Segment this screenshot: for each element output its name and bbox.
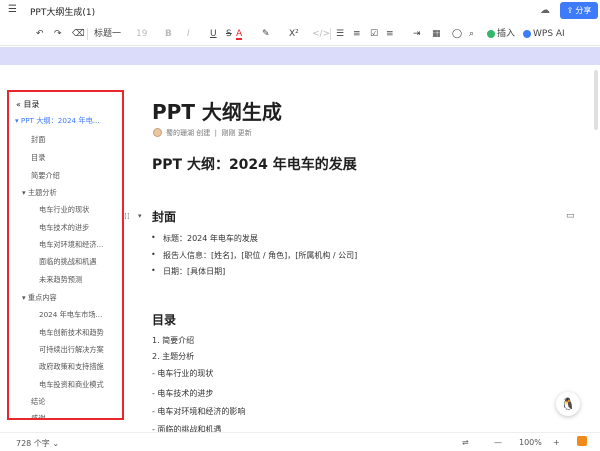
page-title[interactable]: PPT 大纲生成 — [152, 96, 282, 125]
table-icon[interactable]: ▦ — [432, 28, 441, 40]
cloud-sync-icon[interactable]: ☁ — [540, 5, 550, 16]
toc-item-market[interactable]: 2024 年电车市场... — [39, 310, 102, 320]
superscript-button[interactable]: X² — [289, 28, 299, 40]
list-item[interactable]: 2. 主题分析 — [152, 351, 194, 362]
wps-ai-icon — [523, 29, 531, 38]
title-bar: ☰ PPT大纲生成(1) ☁ ⇪ 分享 — [0, 0, 600, 22]
toc-heading[interactable]: 目录 — [152, 311, 176, 328]
toc-item-status[interactable]: 电车行业的现状 — [39, 205, 89, 215]
toc-item-challenges[interactable]: 面临的挑战和机遇 — [39, 257, 97, 267]
text-color-button[interactable]: A — [236, 28, 243, 40]
highlight-button[interactable]: ✎ — [262, 28, 270, 40]
indent-icon[interactable]: ⇥ — [413, 28, 421, 40]
share-icon: ⇪ — [566, 6, 574, 15]
share-label: 分享 — [575, 6, 592, 15]
avatar — [153, 128, 162, 137]
list-item[interactable]: - 电车技术的进步 — [152, 388, 213, 399]
outline-heading[interactable]: PPT 大纲：2024 年电车的发展 — [152, 154, 357, 174]
cover-heading[interactable]: 封面 — [152, 208, 176, 225]
drag-handle-icon[interactable]: ⁞⁞ — [124, 212, 130, 222]
toc-header[interactable]: « 目录 — [16, 99, 39, 110]
list-item[interactable]: 标题：2024 年电车的发展 — [151, 233, 258, 244]
toc-item-intro[interactable]: 简要介绍 — [31, 171, 60, 181]
toc-item-toc[interactable]: 目录 — [31, 153, 45, 163]
assistant-avatar-icon[interactable]: 🐧 — [556, 392, 580, 416]
toc-sidebar: « 目录 ▾ PPT 大纲：2024 年电... 封面 目录 简要介绍 ▾ 主题… — [7, 90, 124, 420]
collapse-caret-icon[interactable]: ▾ — [138, 212, 142, 220]
list-item[interactable]: 报告人信息：[姓名]，[职位 / 角色]，[所属机构 / 公司] — [151, 250, 357, 261]
search-icon[interactable]: ⌕ — [469, 28, 474, 40]
document-body[interactable]: PPT 大纲生成 蜀的珊湖 创建 | 刚刚 更新 PPT 大纲：2024 年电车… — [124, 66, 600, 436]
toc-item-cover[interactable]: 封面 — [31, 135, 45, 145]
zoom-level[interactable]: 100% — [519, 438, 542, 447]
code-button[interactable]: </> — [312, 28, 330, 40]
format-painter-icon[interactable]: ⌫ — [72, 28, 85, 40]
strikethrough-button[interactable]: S — [226, 28, 232, 40]
insert-button[interactable]: 插入 — [487, 28, 515, 40]
word-count[interactable]: 728 个字 ⌄ — [16, 438, 59, 449]
toc-item-impact[interactable]: 电车对环境和经济... — [39, 240, 103, 250]
menu-icon[interactable]: ☰ — [8, 5, 18, 15]
comment-tool-icon[interactable]: ◯ — [452, 28, 462, 40]
list-item[interactable]: 1. 简要介绍 — [152, 335, 194, 346]
toc-item-tech[interactable]: 电车技术的进步 — [39, 223, 89, 233]
undo-icon[interactable]: ↶ — [36, 28, 44, 40]
collapse-icon: « — [16, 100, 21, 109]
underline-button[interactable]: U — [210, 28, 217, 40]
play-icon[interactable] — [577, 436, 587, 446]
toc-item-sustainable[interactable]: 可持续出行解决方案 — [39, 345, 104, 355]
insert-icon — [487, 29, 495, 38]
list-item[interactable]: 日期：[具体日期] — [151, 266, 225, 277]
font-size-dropdown[interactable]: 19 — [136, 28, 147, 40]
document-title[interactable]: PPT大纲生成(1) — [30, 5, 95, 18]
toc-item-investment[interactable]: 电车投资和商业模式 — [39, 380, 104, 390]
list-item[interactable]: - 电车行业的现状 — [152, 368, 213, 379]
align-icon[interactable]: ≡ — [386, 28, 394, 40]
list-item[interactable]: - 电车对环境和经济的影响 — [152, 406, 245, 417]
add-comment-icon[interactable]: ▭ — [566, 211, 575, 221]
bold-button[interactable]: B — [165, 28, 172, 40]
wps-ai-button[interactable]: WPS AI — [523, 28, 565, 40]
header-banner — [0, 47, 600, 65]
author-line: 蜀的珊湖 创建 | 刚刚 更新 — [166, 129, 252, 137]
layout-icon[interactable]: ⇌ — [462, 438, 469, 447]
toc-item-thanks[interactable]: 感谢 — [31, 414, 45, 418]
status-bar: 728 个字 ⌄ ⇌ — 100% + — [0, 432, 600, 451]
toc-item-outline[interactable]: ▾ PPT 大纲：2024 年电... — [15, 116, 100, 126]
zoom-in-button[interactable]: + — [553, 438, 560, 447]
redo-icon[interactable]: ↷ — [54, 28, 62, 40]
toc-item-trends[interactable]: 未来趋势预测 — [39, 275, 82, 285]
toc-item-innovation[interactable]: 电车创新技术和趋势 — [39, 328, 104, 338]
toc-item-key[interactable]: ▾ 重点内容 — [22, 293, 57, 303]
share-button[interactable]: ⇪ 分享 — [560, 2, 598, 19]
checklist-icon[interactable]: ☑ — [370, 28, 378, 40]
format-toolbar: ↶ ↷ ⌫ 标题一 19 B I U S A ✎ X² </> ☰ ≡ ☑ ≡ … — [0, 22, 600, 46]
style-dropdown[interactable]: 标题一 — [94, 28, 121, 40]
toc-item-conclusion[interactable]: 结论 — [31, 397, 45, 407]
numbered-list-icon[interactable]: ≡ — [353, 28, 361, 40]
italic-button[interactable]: I — [187, 28, 190, 40]
toc-item-policy[interactable]: 政府政策和支持措施 — [39, 362, 104, 372]
zoom-out-button[interactable]: — — [494, 438, 502, 447]
toc-item-analysis[interactable]: ▾ 主题分析 — [22, 188, 57, 198]
bullet-list-icon[interactable]: ☰ — [336, 28, 344, 40]
